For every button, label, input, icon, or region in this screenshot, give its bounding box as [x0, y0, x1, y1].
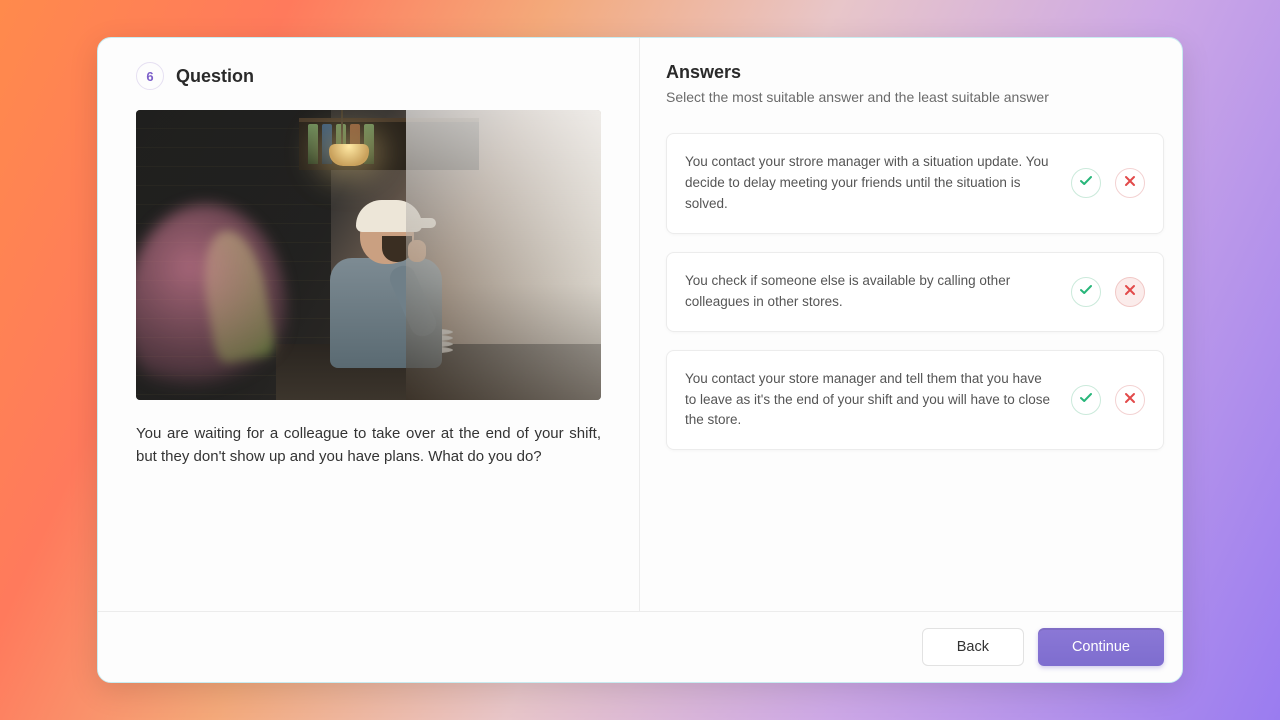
check-icon	[1080, 391, 1092, 409]
answer-text: You contact your strore manager with a s…	[685, 152, 1057, 215]
continue-button[interactable]: Continue	[1038, 628, 1164, 666]
cross-icon	[1124, 174, 1136, 192]
least-suitable-button[interactable]	[1115, 277, 1145, 307]
answer-option: You check if someone else is available b…	[666, 252, 1164, 332]
main-area: 6 Question	[98, 38, 1182, 611]
answer-text: You check if someone else is available b…	[685, 271, 1057, 313]
back-button[interactable]: Back	[922, 628, 1024, 666]
answers-title: Answers	[666, 62, 1164, 83]
most-suitable-button[interactable]	[1071, 385, 1101, 415]
question-label: Question	[176, 66, 254, 87]
answer-text: You contact your store manager and tell …	[685, 369, 1057, 432]
answers-subtitle: Select the most suitable answer and the …	[666, 89, 1164, 105]
most-suitable-button[interactable]	[1071, 277, 1101, 307]
footer: Back Continue	[98, 611, 1182, 682]
least-suitable-button[interactable]	[1115, 385, 1145, 415]
scenario-image	[136, 110, 601, 400]
question-panel: 6 Question	[98, 38, 640, 611]
most-suitable-button[interactable]	[1071, 168, 1101, 198]
quiz-card: 6 Question	[97, 37, 1183, 683]
check-icon	[1080, 174, 1092, 192]
question-number-badge: 6	[136, 62, 164, 90]
answer-option: You contact your store manager and tell …	[666, 350, 1164, 451]
answer-option: You contact your strore manager with a s…	[666, 133, 1164, 234]
cross-icon	[1124, 283, 1136, 301]
cross-icon	[1124, 391, 1136, 409]
least-suitable-button[interactable]	[1115, 168, 1145, 198]
question-text: You are waiting for a colleague to take …	[136, 422, 601, 469]
answers-list: You contact your strore manager with a s…	[666, 133, 1164, 450]
question-header: 6 Question	[136, 62, 601, 90]
answers-panel: Answers Select the most suitable answer …	[640, 38, 1182, 611]
check-icon	[1080, 283, 1092, 301]
